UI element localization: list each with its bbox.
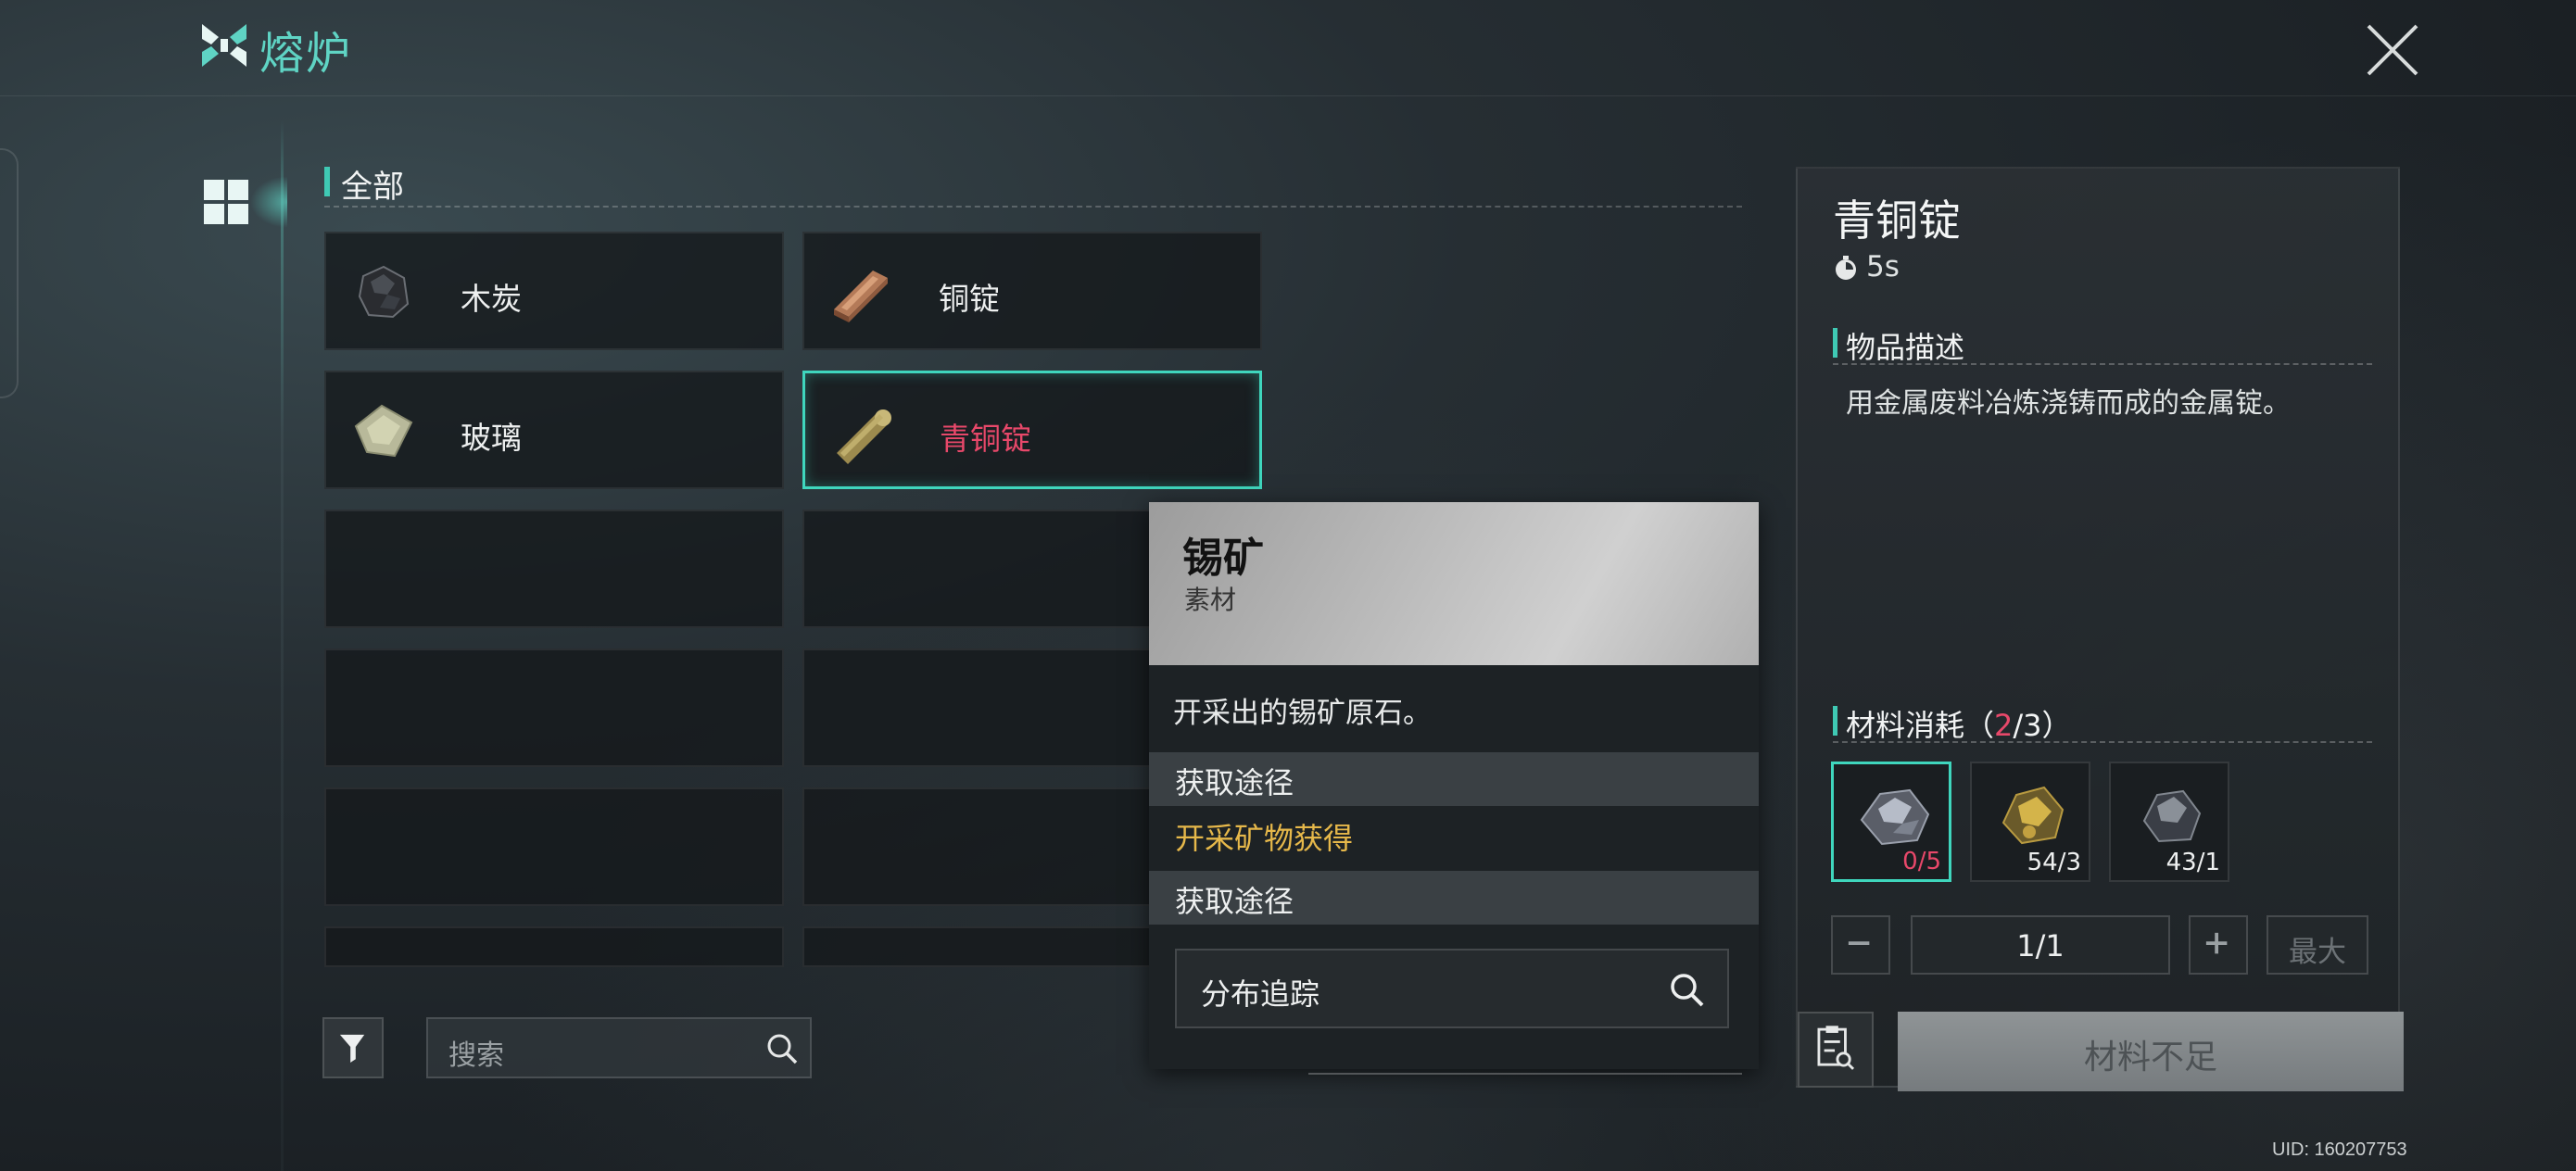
search-icon	[1671, 974, 1704, 1007]
craft-button[interactable]: 材料不足	[1898, 1012, 2404, 1091]
plus-icon	[2205, 932, 2228, 954]
material-tooltip: 锡矿 素材 开采出的锡矿原石。 获取途径 开采矿物获得 获取途径 分布追踪	[1149, 502, 1759, 1069]
material-count: 0/5	[1902, 848, 1941, 875]
increase-quantity-button[interactable]	[2189, 915, 2248, 975]
material-count: 54/3	[2027, 849, 2081, 876]
filter-icon	[339, 1034, 365, 1063]
underlying-button-edge	[1308, 1067, 1742, 1075]
copper-ingot-icon	[834, 271, 888, 322]
material-slot-ore[interactable]: 43/1	[2109, 762, 2229, 882]
materials-header: 材料消耗（2/3）	[1833, 700, 2372, 743]
recipe-list-button[interactable]	[1798, 1012, 1874, 1088]
empty-slot	[324, 510, 784, 628]
item-name: 铜锭	[939, 281, 1000, 317]
item-name: 木炭	[461, 281, 522, 317]
tooltip-description: 开采出的锡矿原石。	[1173, 697, 1432, 730]
materials-have: 2	[1994, 708, 2014, 743]
section-label: 获取途径	[1175, 765, 1294, 800]
minus-icon	[1848, 941, 1870, 945]
ore-icon	[2142, 789, 2202, 843]
max-quantity-button[interactable]: 最大	[2267, 915, 2368, 975]
filter-button[interactable]	[322, 1017, 384, 1078]
page-title: 熔炉	[259, 28, 353, 80]
max-label: 最大	[2289, 936, 2346, 969]
tooltip-header: 锡矿 素材	[1149, 502, 1759, 665]
search-icon[interactable]	[764, 1030, 801, 1067]
clipboard-search-icon	[1817, 1026, 1855, 1070]
decrease-quantity-button[interactable]	[1831, 915, 1890, 975]
tin-ore-icon	[1860, 788, 1930, 846]
category-label: 全部	[341, 169, 404, 206]
item-description: 用金属废料冶炼浇铸而成的金属锭。	[1846, 387, 2291, 420]
side-drawer-handle[interactable]	[0, 148, 19, 398]
material-count: 43/1	[2166, 849, 2220, 876]
empty-slot	[324, 926, 784, 967]
bronze-ingot-icon	[837, 409, 891, 464]
craft-label: 材料不足	[2083, 1039, 2217, 1077]
rail-divider	[281, 120, 284, 1171]
distribution-track-button[interactable]: 分布追踪	[1175, 949, 1729, 1028]
glass-icon	[354, 404, 413, 458]
category-header: 全部	[324, 159, 1742, 208]
track-label: 分布追踪	[1201, 976, 1320, 1012]
item-slot-copper-ingot[interactable]: 铜锭	[802, 232, 1262, 350]
tooltip-section-source: 获取途径	[1149, 752, 1759, 806]
source-link[interactable]: 开采矿物获得	[1175, 815, 1353, 858]
craft-time: 5s	[1866, 250, 1900, 283]
timer-icon	[1836, 256, 1856, 280]
item-slot-glass[interactable]: 玻璃	[324, 371, 784, 489]
charcoal-icon	[358, 265, 410, 319]
active-tab-glow	[250, 176, 287, 228]
quantity-field[interactable]: 1/1	[1911, 915, 2170, 975]
empty-slot	[324, 787, 784, 906]
item-slot-charcoal[interactable]: 木炭	[324, 232, 784, 350]
detail-panel: 青铜锭 5s 物品描述 用金属废料冶炼浇铸而成的金属锭。 材料消耗（2/3） 0…	[1796, 167, 2404, 1091]
materials-total: 3	[2023, 708, 2042, 743]
tooltip-type: 素材	[1184, 585, 1237, 615]
quantity-value: 1/1	[2016, 928, 2065, 963]
top-bar: 熔炉	[0, 0, 2576, 96]
item-name: 青铜锭	[940, 421, 1031, 457]
description-header: 物品描述	[1833, 322, 2372, 365]
gold-ore-icon	[2001, 786, 2065, 845]
item-slot-bronze-ingot[interactable]: 青铜锭	[802, 371, 1262, 489]
section-label: 获取途径	[1175, 884, 1294, 919]
item-name: 玻璃	[461, 420, 522, 456]
search-input[interactable]: 搜索	[426, 1017, 812, 1078]
detail-title: 青铜锭	[1833, 195, 1961, 246]
close-icon[interactable]	[2363, 20, 2422, 80]
user-id: UID: 160207753	[2272, 1140, 2407, 1160]
empty-slot	[324, 648, 784, 767]
material-slot-tin-ore[interactable]: 0/5	[1831, 762, 1951, 882]
grid-icon[interactable]	[202, 178, 250, 226]
search-placeholder: 搜索	[448, 1039, 504, 1072]
material-slot-gold-ore[interactable]: 54/3	[1970, 762, 2090, 882]
furnace-logo-icon	[202, 24, 246, 67]
tooltip-title: 锡矿	[1182, 535, 1264, 582]
tooltip-section-track: 获取途径	[1149, 871, 1759, 925]
